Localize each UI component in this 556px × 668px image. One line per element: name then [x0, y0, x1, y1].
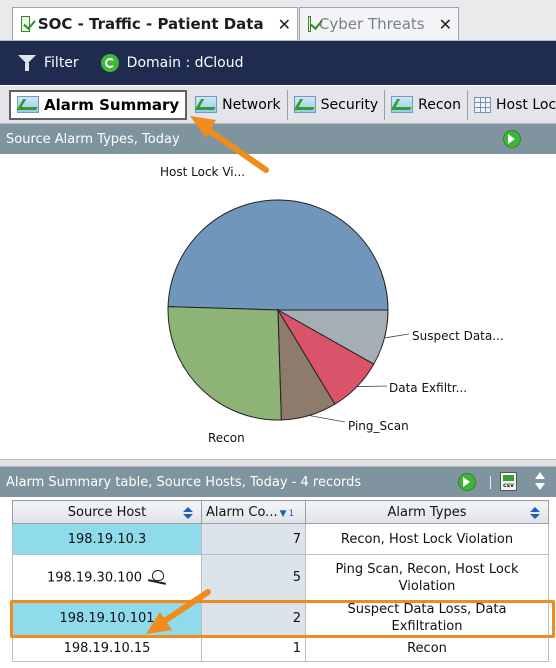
tab-cyber-threats[interactable]: Cyber Threats ✕	[299, 7, 459, 40]
source-host-cell[interactable]: 198.19.10.3	[12, 523, 202, 555]
source-host-cell[interactable]: 198.19.10.101	[12, 600, 202, 636]
sub-tab-bar: Alarm Summary Network Security Recon Hos…	[0, 86, 556, 124]
leader-line	[309, 415, 346, 423]
refresh-icon	[100, 54, 119, 72]
skull-icon	[147, 569, 167, 586]
chart-icon	[391, 96, 414, 113]
pie-label: Data Exfiltr...	[389, 381, 467, 395]
close-icon[interactable]: ✕	[439, 15, 452, 34]
panel-divider[interactable]	[0, 459, 556, 467]
leader-line	[384, 333, 410, 339]
tab-label: Recon	[418, 96, 461, 113]
go-arrow-icon[interactable]	[503, 130, 521, 148]
alarm-types-cell[interactable]: Suspect Data Loss, Data Exfiltration	[305, 600, 549, 636]
source-host-cell[interactable]: 198.19.30.100	[12, 554, 202, 601]
sort-icon	[530, 507, 540, 519]
column-header-alarm-types[interactable]: Alarm Types	[305, 500, 549, 524]
sort-order-label: 1	[288, 508, 295, 519]
source-host-cell[interactable]: 198.19.10.15	[12, 635, 202, 662]
tab-recon[interactable]: Recon	[385, 89, 468, 120]
checkbox-icon	[308, 16, 311, 32]
chart-icon	[293, 96, 316, 113]
filter-button[interactable]: Filter	[18, 55, 79, 71]
alarm-count-cell[interactable]: 2	[201, 600, 306, 636]
alarm-types-cell[interactable]: Recon, Host Lock Violation	[305, 523, 549, 555]
tab-host-lock[interactable]: Host Lock	[468, 90, 556, 120]
alarm-count-cell[interactable]: 1	[201, 635, 306, 662]
table-row[interactable]: 198.19.10.101 2 Suspect Data Loss, Data …	[12, 600, 549, 636]
toolbar: Filter Domain : dCloud	[0, 41, 556, 85]
tab-alarm-summary[interactable]: Alarm Summary	[9, 89, 188, 120]
tab-label: Alarm Summary	[44, 95, 180, 114]
pie-chart: Host Lock Vi... Recon Ping_Scan Data Exfilt…	[0, 154, 556, 459]
sort-descending-icon: ▼	[279, 508, 287, 519]
filter-label: Filter	[44, 55, 79, 71]
tab-label: Security	[320, 96, 379, 113]
filter-icon	[18, 55, 36, 71]
leader-line	[356, 385, 388, 387]
pie-label: Recon	[208, 431, 245, 445]
column-header-alarm-count[interactable]: Alarm Co... ▼ 1	[201, 500, 306, 524]
sort-icon[interactable]	[534, 472, 546, 492]
table-row[interactable]: 198.19.10.3 7 Recon, Host Lock Violation	[12, 523, 549, 555]
pie-label: Ping_Scan	[348, 419, 409, 433]
tab-label: SOC - Traffic - Patient Data	[37, 15, 264, 33]
chart-icon	[17, 96, 39, 113]
grid-icon	[474, 96, 491, 113]
app-window: SOC - Traffic - Patient Data ✕ Cyber Thr…	[0, 0, 556, 668]
column-header-source-host[interactable]: Source Host	[12, 500, 202, 524]
sort-icon	[183, 507, 193, 519]
pie-slice[interactable]	[167, 306, 282, 421]
go-arrow-icon[interactable]	[458, 473, 476, 491]
alarm-types-cell[interactable]: Recon	[305, 635, 549, 662]
separator	[490, 476, 491, 489]
chart-panel-header: Source Alarm Types, Today	[0, 124, 556, 154]
table-panel-header: Alarm Summary table, Source Hosts, Today…	[0, 467, 556, 497]
table-row[interactable]: 198.19.10.15 1 Recon	[12, 635, 549, 662]
table-row[interactable]: 198.19.30.100 5 Ping Scan, Recon, Host L…	[12, 554, 549, 601]
alarm-summary-table: Source Host Alarm Co... ▼ 1 Alarm Types 19…	[12, 500, 549, 662]
alarm-count-cell[interactable]: 7	[201, 523, 306, 555]
tab-soc-traffic-patient-data[interactable]: SOC - Traffic - Patient Data ✕	[12, 7, 298, 40]
csv-export-icon[interactable]: csv	[500, 472, 517, 491]
table-panel-title: Alarm Summary table, Source Hosts, Today…	[6, 474, 362, 490]
alarm-types-cell[interactable]: Ping Scan, Recon, Host Lock Violation	[305, 554, 549, 601]
pie-slice[interactable]	[167, 199, 389, 311]
pie-label: Suspect Data...	[412, 329, 504, 343]
chart-icon	[195, 96, 218, 113]
tab-network[interactable]: Network	[189, 89, 288, 120]
pie-chart-svg: Host Lock Vi... Recon Ping_Scan Data Exfilt…	[160, 165, 504, 445]
tab-label: Network	[222, 96, 281, 113]
checkbox-icon	[21, 16, 30, 32]
tab-security[interactable]: Security	[288, 89, 386, 120]
pie-label: Host Lock Vi...	[160, 165, 245, 179]
domain-label: Domain : dCloud	[126, 55, 244, 71]
chart-panel-title: Source Alarm Types, Today	[6, 131, 180, 147]
document-tab-bar: SOC - Traffic - Patient Data ✕ Cyber Thr…	[0, 0, 556, 41]
alarm-count-cell[interactable]: 5	[201, 554, 306, 601]
domain-selector[interactable]: Domain : dCloud	[100, 54, 244, 72]
tab-label: Cyber Threats	[318, 15, 425, 33]
tab-label: Host Lock	[496, 96, 556, 113]
close-icon[interactable]: ✕	[278, 15, 291, 34]
